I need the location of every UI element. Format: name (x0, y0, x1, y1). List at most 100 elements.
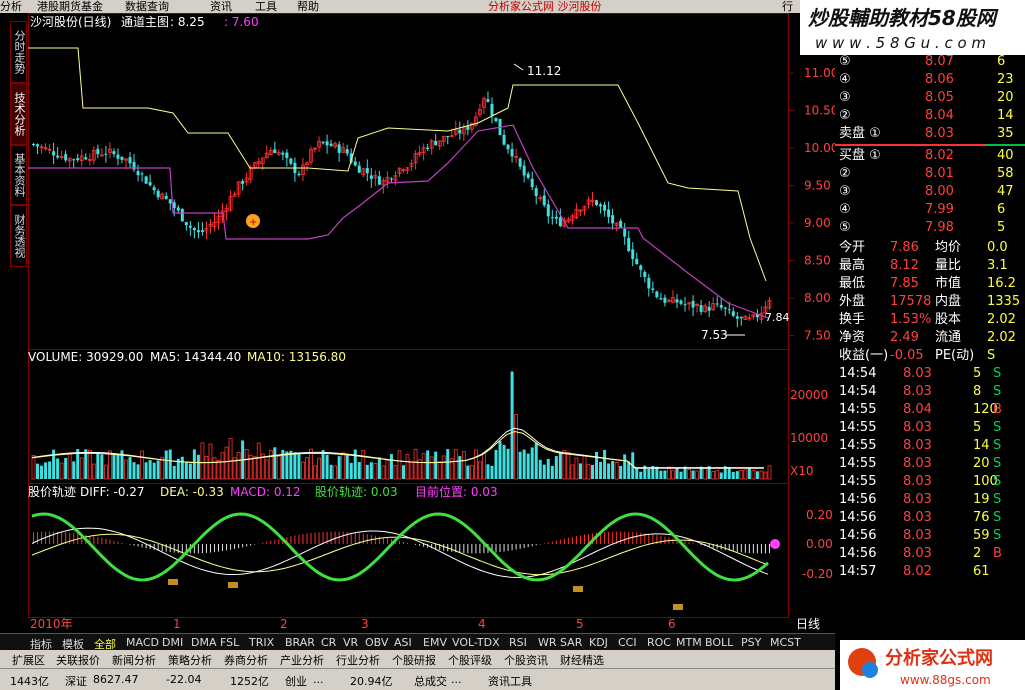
buy-signal-plus: + (249, 217, 257, 228)
indicator-tab[interactable]: OBV (365, 636, 388, 649)
tab-intraday[interactable]: 分时走势 (10, 21, 27, 83)
quote-cell: 47 (997, 184, 1014, 199)
indicator-tab[interactable]: WR (538, 636, 557, 649)
quote-cell: ⑤ (839, 220, 851, 235)
volume-bar (619, 465, 623, 479)
candle-body (679, 300, 683, 304)
indicator-tab[interactable]: MACD (126, 636, 159, 649)
menu-item-hk-futures[interactable]: 港股期货基金 (37, 0, 103, 13)
menu-item-help[interactable]: 帮助 (297, 0, 319, 13)
quote-cell: 8.03 (903, 492, 932, 507)
menu-item-data-query[interactable]: 数据查询 (125, 0, 169, 13)
function-tab-bar: 扩展区 关联报价 新闻分析 策略分析 券商分析 产业分析 行业分析 个股研报 个股评级 个股资讯财… (0, 650, 835, 668)
volume-bar (591, 465, 595, 479)
quote-cell: ③ (839, 90, 851, 105)
menu-item-news[interactable]: 资讯 (210, 0, 232, 13)
upper-band-line (28, 47, 767, 282)
function-tab[interactable]: 个股资讯 (504, 652, 548, 668)
indicator-tab[interactable]: DMA (191, 636, 217, 649)
function-tab[interactable]: 扩展区 (12, 652, 45, 668)
volume-bar (268, 450, 273, 480)
volume-bar (675, 467, 679, 479)
indicator-tab[interactable]: KDJ (589, 636, 608, 649)
quote-cell: S (993, 438, 1002, 453)
volume-bar (244, 448, 249, 480)
candle-body (104, 153, 108, 155)
status-item: 20.94亿 (350, 675, 393, 688)
volume-unit: X10 (790, 464, 814, 478)
function-tab[interactable]: 个股评级 (448, 652, 492, 668)
indicator-tab[interactable]: CR (321, 636, 336, 649)
indicator-tab[interactable]: BRAR (285, 636, 315, 649)
macd-panel-title: 股价轨迹 (28, 485, 76, 499)
volume-bar (216, 460, 221, 480)
quote-cell: 8.03 (903, 438, 932, 453)
indicator-tab[interactable]: RSI (509, 636, 527, 649)
function-tab[interactable]: 新闻分析 (112, 652, 156, 668)
candle-body (719, 304, 723, 308)
indicator-tab[interactable]: EMV (423, 636, 447, 649)
function-tab[interactable]: 策略分析 (168, 652, 212, 668)
indicator-tab[interactable]: PSY (741, 636, 761, 649)
price-panel-title: 沙河股份(日线) (30, 15, 111, 29)
menu-right-item[interactable]: 行 (782, 0, 793, 13)
menu-item-analysis[interactable]: 分析 (0, 0, 22, 13)
indicator-tab[interactable]: ASI (394, 636, 412, 649)
volume-bar (116, 453, 120, 479)
indicator-tab[interactable]: MTM (676, 636, 702, 649)
indicator-tab[interactable]: TRIX (249, 636, 274, 649)
macd-panel-border (28, 483, 789, 618)
volume-bar (402, 465, 405, 479)
volume-bar (627, 461, 631, 479)
indicator-tab[interactable]: MCST (770, 636, 801, 649)
tab-fundamental[interactable]: 基本资料 (10, 145, 27, 205)
volume-bar (200, 442, 205, 480)
indicator-tab[interactable]: FSL (220, 636, 239, 649)
price-y-label: 9.50 (804, 179, 831, 193)
volume-bar (514, 414, 519, 480)
indicator-tab[interactable]: VOL-TDX (452, 636, 500, 649)
volume-bar (466, 465, 470, 479)
candle-body (200, 230, 204, 232)
candle-body (655, 291, 659, 298)
candle-body (486, 99, 490, 102)
quote-cell: 59 (973, 528, 990, 543)
volume-bar (252, 456, 257, 480)
indicator-tab[interactable]: ROC (647, 636, 671, 649)
tab-financial[interactable]: 财务透视 (10, 205, 27, 267)
macd-y-label-1: 0.20 (806, 508, 833, 522)
function-tab[interactable]: 个股研报 (392, 652, 436, 668)
function-tab[interactable]: 券商分析 (224, 652, 268, 668)
quote-cell: 14:56 (839, 510, 877, 525)
volume-bar (659, 470, 663, 479)
tab-technical[interactable]: 技术分析 (10, 83, 27, 145)
indicator-tab[interactable]: DMI (162, 636, 183, 649)
candle-body (707, 306, 711, 311)
chart-canvas[interactable]: + 11.12 7.53 7.84 沙河股份(日线) 通道主图 : 8.25 :… (28, 13, 838, 633)
function-tab[interactable]: 行业分析 (336, 652, 380, 668)
indicator-tab[interactable]: CCI (618, 636, 637, 649)
watermark-line1: 炒股輔助教材58股网 (808, 6, 999, 30)
status-item: 1443亿 (10, 675, 49, 688)
macd-y-label-2: 0.00 (806, 537, 833, 551)
indicator-tab[interactable]: SAR (560, 636, 582, 649)
watermark-logo: 炒股輔助教材58股网 w w w . 5 8 G u . c o m (800, 0, 1025, 55)
function-tab[interactable]: 关联报价 (56, 652, 100, 668)
tick-row: 14:56 8.03 19 S (835, 491, 1025, 509)
indicator-tab[interactable]: VR (343, 636, 358, 649)
quote-cell: B (993, 402, 1002, 417)
indicator-tab[interactable]: BOLL (705, 636, 733, 649)
function-tab[interactable]: 财经精选 (560, 652, 604, 668)
candle-body (52, 151, 56, 156)
function-tab[interactable]: 产业分析 (280, 652, 324, 668)
volume-bar (228, 437, 233, 480)
chart-area[interactable]: + 11.12 7.53 7.84 沙河股份(日线) 通道主图 : 8.25 :… (28, 13, 838, 633)
volume-bar (566, 451, 571, 480)
menu-item-tools[interactable]: 工具 (255, 0, 277, 13)
volume-bar (36, 463, 40, 479)
volume-bar (87, 449, 92, 480)
price-y-axis: 11.00 10.50 10.00 9.50 9.00 8.50 8.00 7.50 (804, 66, 838, 343)
candle-body (112, 151, 116, 155)
volume-bar (743, 469, 748, 480)
quote-cell: 5 (973, 420, 982, 435)
